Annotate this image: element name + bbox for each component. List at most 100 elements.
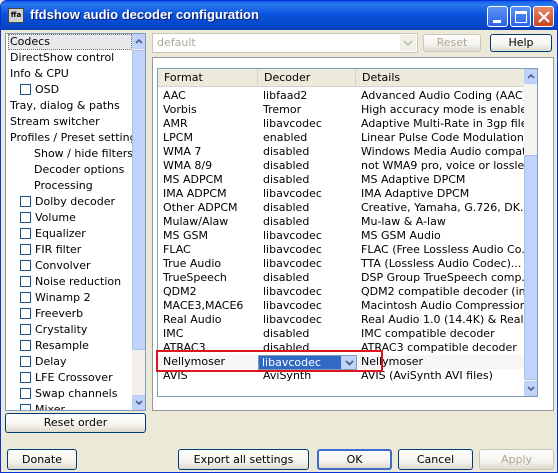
table-row[interactable]: MACE3,MACE6 libavcodec Macintosh Audio Com… [158,299,537,313]
table-row[interactable]: WMA 7 disabled Windows Media Audio compati… [158,145,537,159]
tree-scrollbar[interactable] [132,34,145,410]
ok-button[interactable]: OK [317,449,392,470]
filter-checkbox[interactable] [20,340,31,351]
table-row[interactable]: Nellymoser libavcodec Nellymoser [158,355,537,370]
table-row[interactable]: WMA 8/9 disabled not WMA9 pro, voice or lo… [158,159,537,173]
reset-button[interactable]: Reset [423,34,481,52]
tree-item[interactable]: Equalizer [18,226,132,242]
chevron-down-icon[interactable] [400,35,416,51]
cancel-button[interactable]: Cancel [398,449,473,470]
decoder-dropdown[interactable]: libavcodec [258,355,357,370]
cell-decoder[interactable]: libavcodec [258,313,356,327]
table-row[interactable]: MS GSM libavcodec MS GSM Audio [158,229,537,243]
tree-item[interactable]: FIR filter [18,242,132,258]
tree-item[interactable]: Processing [32,178,132,194]
table-row[interactable]: IMC disabled IMC compatible decoder [158,327,537,341]
tree-item[interactable]: Crystality [18,322,132,338]
filter-checkbox[interactable] [20,388,31,399]
filter-checkbox[interactable] [20,276,31,287]
filter-checkbox[interactable] [20,228,31,239]
grid-scroll-thumb[interactable] [524,155,537,380]
tree-item[interactable]: Delay [18,354,132,370]
grid-scroll-up-button[interactable] [524,69,537,84]
settings-page-tree[interactable]: Codecs DirectShow control Info & CPU OSD Tra… [5,33,146,411]
filter-checkbox[interactable] [20,292,31,303]
cell-decoder[interactable]: disabled [258,159,356,173]
table-row[interactable]: Vorbis Tremor High accuracy mode is enable… [158,103,537,117]
tree-item[interactable]: Tray, dialog & paths [8,98,132,114]
minimize-button[interactable] [487,6,508,27]
cell-decoder[interactable]: disabled [258,201,356,215]
filter-checkbox[interactable] [20,196,31,207]
cell-decoder[interactable]: disabled [258,173,356,187]
preset-select[interactable]: default [152,33,418,53]
table-row[interactable]: IMA ADPCM libavcodec IMA Adaptive DPCM [158,187,537,201]
tree-item[interactable]: Info & CPU [8,66,132,82]
tree-item[interactable]: Codecs [8,34,132,50]
tree-item[interactable]: Swap channels [18,386,132,402]
close-button[interactable] [533,6,554,27]
table-row[interactable]: FLAC libavcodec FLAC (Free Lossless Audio … [158,243,537,257]
table-row[interactable]: True Audio libavcodec TTA (Lossless Audio … [158,257,537,271]
tree-item[interactable]: Resample [18,338,132,354]
tree-item[interactable]: Volume [18,210,132,226]
tree-item[interactable]: Show / hide filters [32,146,133,162]
scroll-thumb[interactable] [132,50,145,350]
cell-decoder[interactable]: disabled [258,215,356,229]
tree-item[interactable]: Freeverb [18,306,132,322]
cell-decoder[interactable]: libavcodec [258,229,356,243]
tree-item[interactable]: Stream switcher [8,114,132,130]
cell-decoder[interactable]: libavcodec [258,117,356,131]
scroll-up-button[interactable] [132,34,145,49]
cell-decoder[interactable]: libavcodec [258,243,356,257]
table-row[interactable]: ATRAC3 disabled ATRAC3 compatible decoder [158,341,537,355]
filter-checkbox[interactable] [20,404,31,410]
cell-decoder[interactable]: disabled [258,341,356,355]
grid-scrollbar[interactable] [524,69,537,396]
chevron-down-icon[interactable] [341,356,356,369]
filter-checkbox[interactable] [20,324,31,335]
tree-item[interactable]: Mixer [18,402,132,410]
cell-decoder[interactable]: libavcodec [258,187,356,201]
filter-checkbox[interactable] [20,372,31,383]
reset-order-button[interactable]: Reset order [5,413,146,433]
column-header-details[interactable]: Details [356,69,524,87]
table-row[interactable]: Mulaw/Alaw disabled Mu-law & A-law [158,215,537,229]
maximize-button[interactable] [510,6,531,27]
tree-item[interactable]: OSD [18,82,132,98]
tree-item[interactable]: Dolby decoder [18,194,132,210]
tree-item[interactable]: LFE Crossover [18,370,132,386]
cell-decoder[interactable]: disabled [258,327,356,341]
cell-decoder[interactable]: disabled [258,271,356,285]
tree-item[interactable]: Winamp 2 [18,290,132,306]
table-row[interactable]: LPCM enabled Linear Pulse Code Modulation [158,131,537,145]
cell-decoder[interactable]: AviSynth [258,369,356,383]
tree-item[interactable]: Convolver [18,258,132,274]
filter-checkbox[interactable] [20,308,31,319]
tree-item[interactable]: DirectShow control [8,50,132,66]
scroll-down-button[interactable] [132,395,145,410]
cell-decoder[interactable]: libavcodec [258,285,356,299]
column-header-format[interactable]: Format [158,69,258,87]
cell-decoder[interactable]: libfaad2 [258,89,356,103]
help-button[interactable]: Help [490,34,552,52]
cell-decoder[interactable]: disabled [258,145,356,159]
codec-grid[interactable]: Format Decoder Details AAC libfaad2 Advanc… [157,68,538,397]
cell-decoder[interactable]: enabled [258,131,356,145]
tree-item[interactable]: Noise reduction [18,274,132,290]
tree-item[interactable]: Profiles / Preset settings [8,130,142,146]
cell-decoder[interactable]: Tremor [258,103,356,117]
filter-checkbox[interactable] [20,260,31,271]
filter-checkbox[interactable] [20,212,31,223]
filter-checkbox[interactable] [20,356,31,367]
tree-item[interactable]: Decoder options [32,162,132,178]
column-header-decoder[interactable]: Decoder [258,69,356,87]
cell-decoder[interactable]: libavcodec [258,299,356,313]
table-row[interactable]: AVIS AviSynth AVIS (AviSynth AVI files) [158,369,537,383]
table-row[interactable]: AAC libfaad2 Advanced Audio Coding (AAC) [158,89,537,103]
apply-button[interactable]: Apply [479,449,554,470]
table-row[interactable]: TrueSpeech disabled DSP Group TrueSpeech c… [158,271,537,285]
export-all-settings-button[interactable]: Export all settings [178,449,309,470]
table-row[interactable]: MS ADPCM disabled MS Adaptive DPCM [158,173,537,187]
title-bar[interactable]: ffa ffdshow audio decoder configuration [1,1,557,30]
